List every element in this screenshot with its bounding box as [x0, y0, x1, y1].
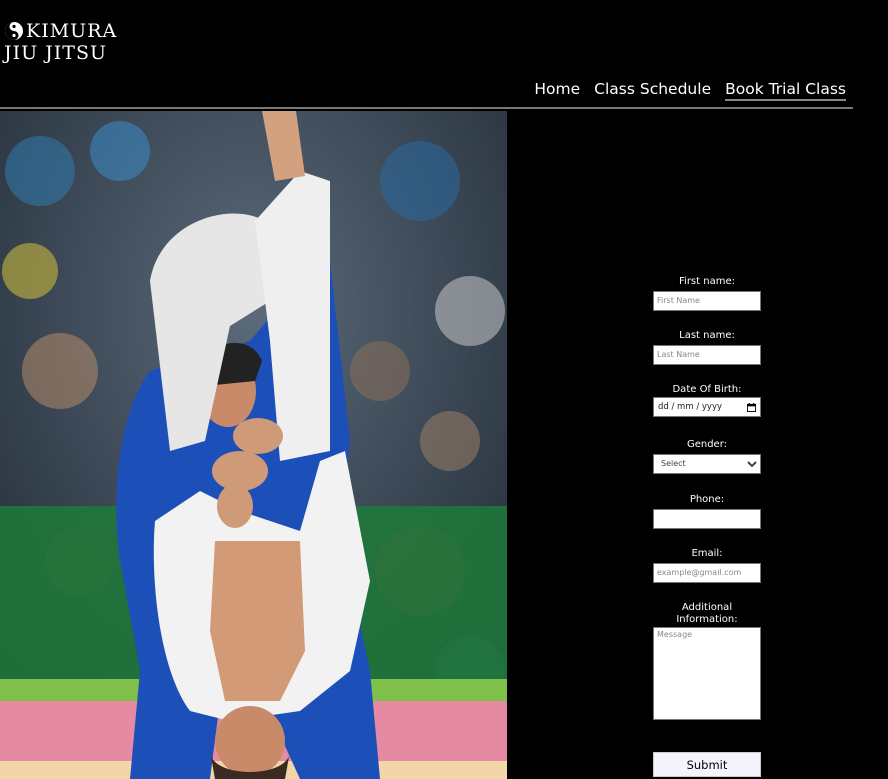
- first-name-label: First name:: [679, 276, 735, 287]
- last-name-input[interactable]: [653, 344, 761, 365]
- email-input[interactable]: [653, 562, 761, 583]
- phone-field: Phone:: [653, 494, 761, 529]
- judo-throw-photo: [0, 111, 507, 779]
- dob-input[interactable]: dd / mm / yyyy: [653, 397, 761, 417]
- email-field: Email:: [653, 548, 761, 583]
- info-label-line-1: Additional: [681, 602, 733, 613]
- nav-class-schedule[interactable]: Class Schedule: [594, 80, 711, 101]
- nav-book-trial-class[interactable]: Book Trial Class: [725, 80, 846, 101]
- gender-select[interactable]: Select: [653, 453, 761, 474]
- header-divider: [0, 107, 853, 109]
- phone-label: Phone:: [689, 494, 725, 505]
- last-name-field: Last name:: [653, 330, 761, 365]
- phone-input[interactable]: [653, 508, 761, 529]
- logo[interactable]: KIMURA JIU JITSU: [4, 20, 117, 64]
- main-nav: Home Class Schedule Book Trial Class: [534, 80, 846, 101]
- brand-line-1: KIMURA: [26, 20, 118, 42]
- last-name-label: Last name:: [679, 330, 735, 341]
- message-textarea[interactable]: [653, 627, 761, 720]
- photo-illustration: [0, 111, 507, 779]
- dob-field: Date Of Birth: dd / mm / yyyy: [653, 384, 761, 417]
- first-name-input[interactable]: [653, 290, 761, 311]
- calendar-icon[interactable]: [747, 402, 756, 412]
- info-field: Additional Information:: [653, 602, 761, 724]
- dob-label: Date Of Birth:: [672, 384, 742, 395]
- yin-yang-icon: [5, 22, 23, 40]
- gender-field: Gender: Select: [653, 439, 761, 474]
- nav-home[interactable]: Home: [534, 80, 580, 101]
- page: KIMURA JIU JITSU Home Class Schedule Boo…: [0, 0, 888, 779]
- email-label: Email:: [691, 548, 723, 559]
- gender-label: Gender:: [686, 439, 728, 450]
- info-label-line-2: Information:: [676, 614, 738, 625]
- first-name-field: First name:: [653, 276, 761, 311]
- brand-line-2: JIU JITSU: [4, 42, 107, 64]
- submit-button[interactable]: Submit: [653, 752, 761, 777]
- dob-value: dd / mm / yyyy: [658, 402, 723, 412]
